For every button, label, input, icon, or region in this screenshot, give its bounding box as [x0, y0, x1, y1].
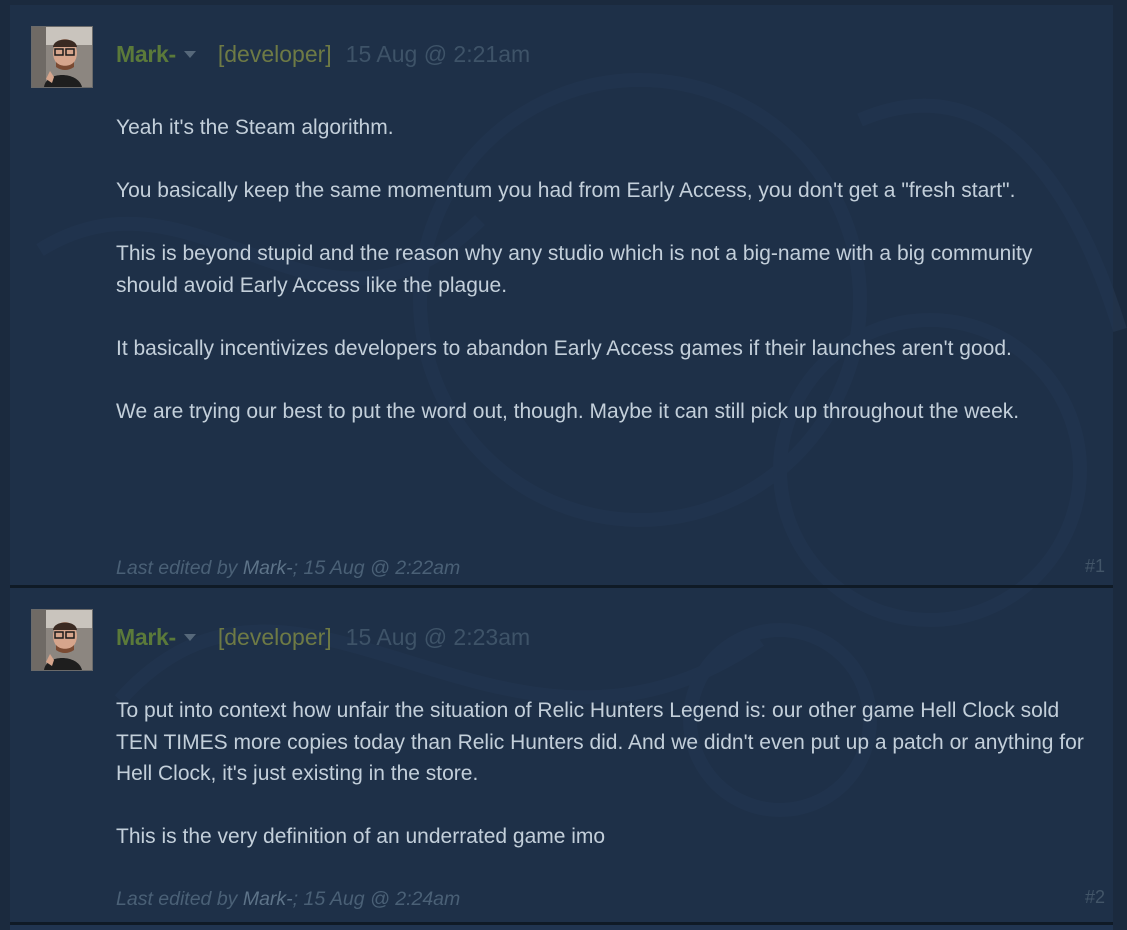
next-post-edge — [10, 925, 1113, 930]
post-number-link[interactable]: #1 — [1085, 556, 1105, 577]
post-author-line: Mark- [developer] 15 Aug @ 2:23am — [116, 624, 530, 651]
avatar-image — [32, 610, 92, 670]
post-paragraph: To put into context how unfair the situa… — [116, 699, 1084, 785]
post-timestamp: 15 Aug @ 2:23am — [345, 624, 531, 650]
developer-tag: [developer] — [217, 624, 332, 650]
forum-post: Mark- [developer] 15 Aug @ 2:21am Yeah i… — [10, 5, 1113, 588]
last-edited-note: Last edited by Mark-; 15 Aug @ 2:22am — [116, 557, 460, 580]
chevron-down-icon[interactable] — [183, 634, 196, 641]
developer-tag: [developer] — [217, 41, 332, 67]
post-body: Yeah it's the Steam algorithm. You basic… — [116, 112, 1099, 459]
post-number-link[interactable]: #2 — [1085, 887, 1105, 908]
avatar[interactable] — [31, 609, 93, 671]
edited-by-name: Mark- — [242, 888, 293, 910]
author-name-link[interactable]: Mark- — [116, 624, 176, 651]
avatar-image — [32, 27, 92, 87]
post-paragraph: Yeah it's the Steam algorithm. — [116, 116, 394, 139]
post-paragraph: This is the very definition of an underr… — [116, 825, 606, 848]
last-edited-note: Last edited by Mark-; 15 Aug @ 2:24am — [116, 888, 460, 911]
edited-time: ; 15 Aug @ 2:24am — [292, 888, 461, 910]
post-paragraph: This is beyond stupid and the reason why… — [116, 242, 1033, 297]
edited-prefix: Last edited by — [116, 557, 243, 579]
edited-time: ; 15 Aug @ 2:22am — [292, 557, 461, 579]
author-name-link[interactable]: Mark- — [116, 41, 176, 68]
forum-post: Mark- [developer] 15 Aug @ 2:23am To put… — [10, 588, 1113, 925]
comment-thread: Mark- [developer] 15 Aug @ 2:21am Yeah i… — [10, 5, 1113, 925]
post-timestamp: 15 Aug @ 2:21am — [345, 41, 531, 67]
post-paragraph: It basically incentivizes developers to … — [116, 336, 1012, 360]
avatar[interactable] — [31, 26, 93, 88]
edited-prefix: Last edited by — [116, 888, 243, 910]
post-paragraph: We are trying our best to put the word o… — [116, 399, 1020, 423]
edited-by-name: Mark- — [242, 557, 293, 579]
post-body: To put into context how unfair the situa… — [116, 695, 1099, 884]
post-author-line: Mark- [developer] 15 Aug @ 2:21am — [116, 41, 530, 68]
chevron-down-icon[interactable] — [183, 51, 196, 58]
post-paragraph: You basically keep the same momentum you… — [116, 179, 1016, 202]
